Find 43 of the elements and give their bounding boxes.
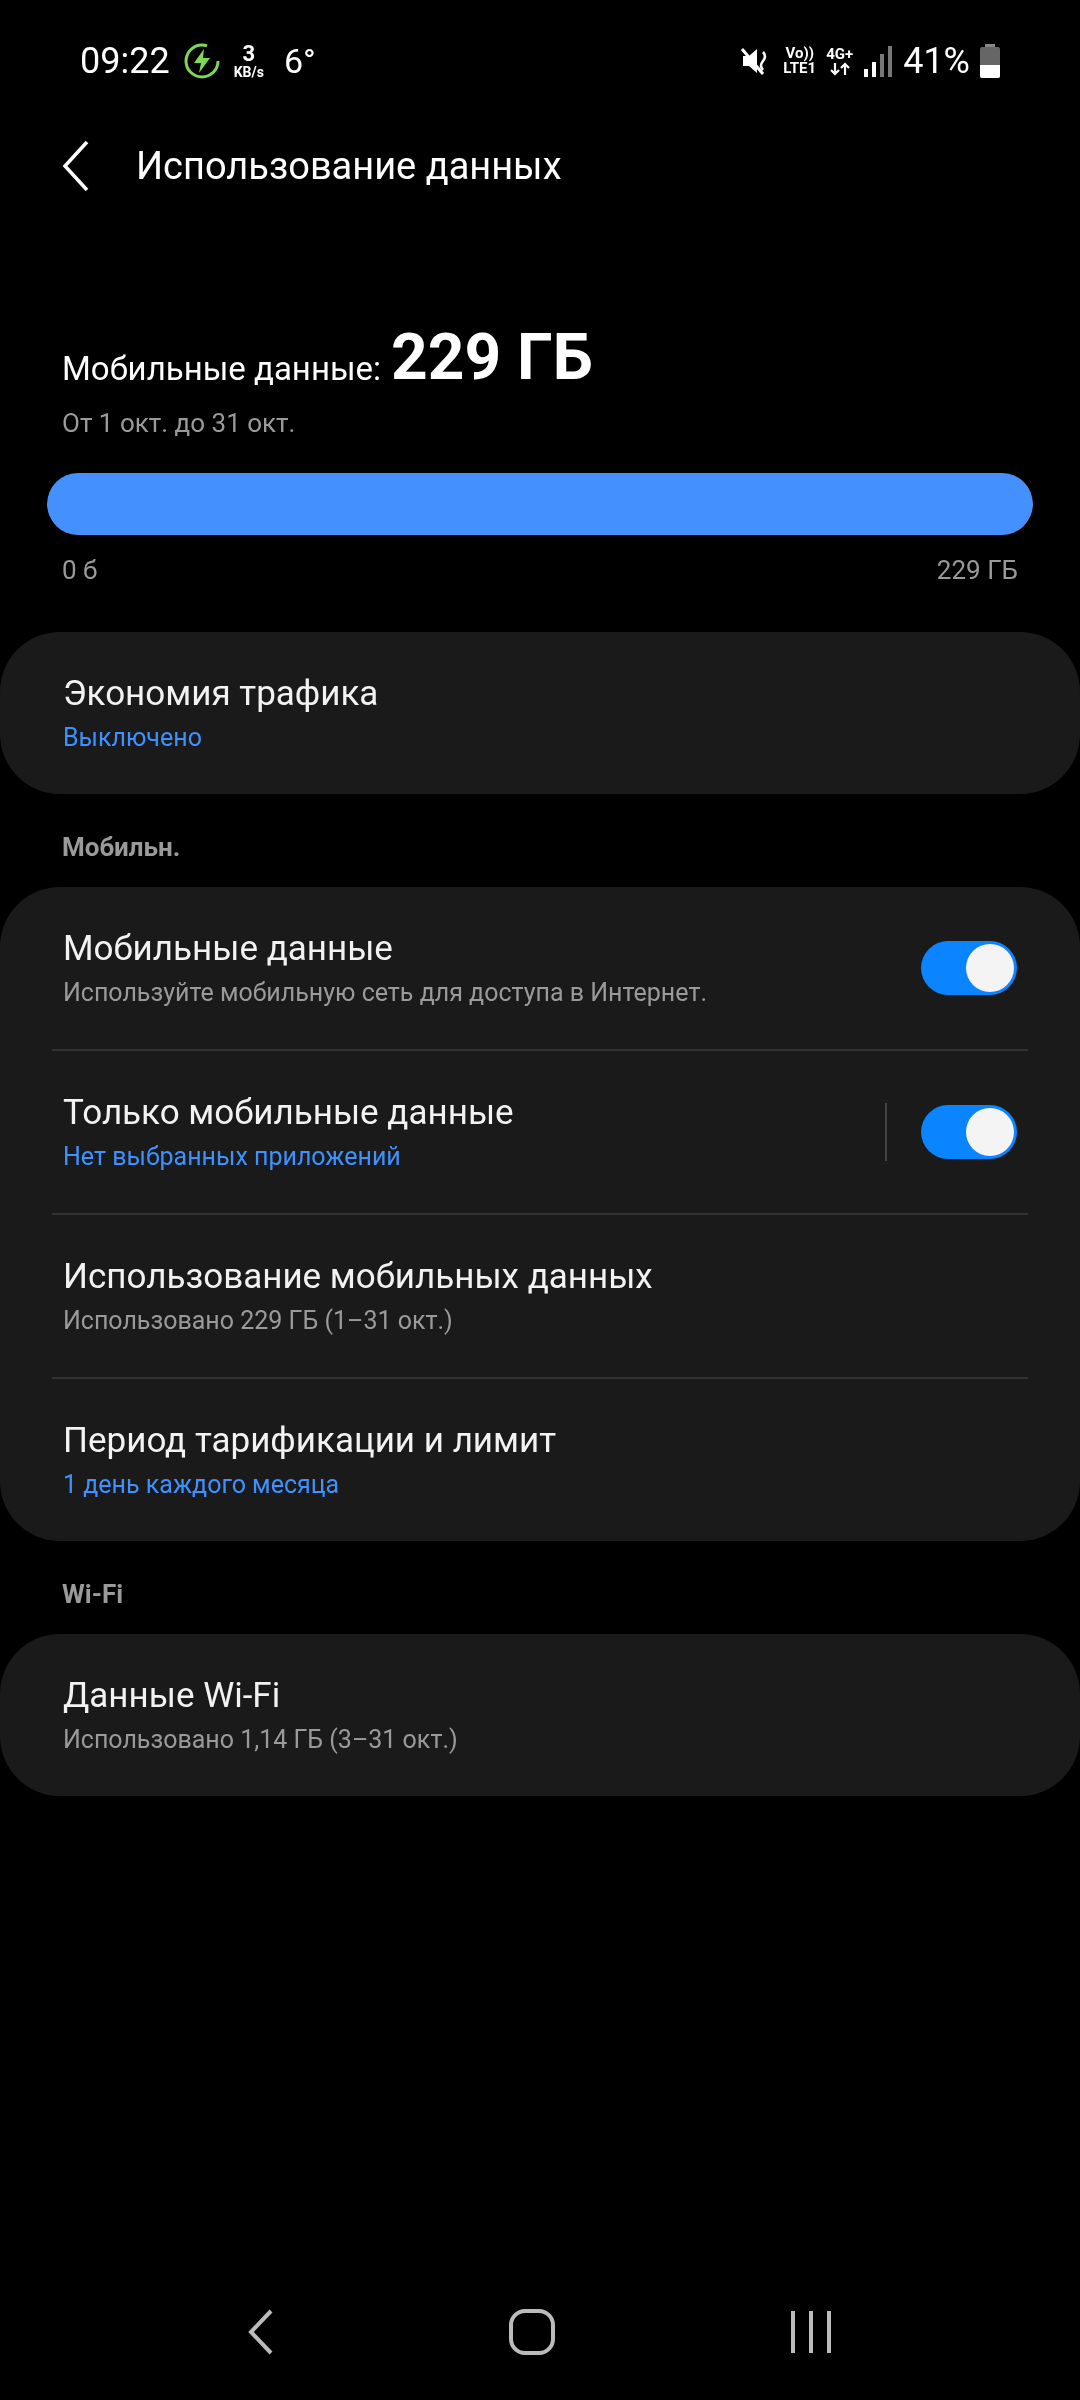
bar-min-label: 0 б <box>62 554 98 587</box>
bar-max-label: 229 ГБ <box>936 554 1018 587</box>
back-icon[interactable] <box>62 140 90 192</box>
battery-icon <box>980 44 1000 78</box>
back-icon[interactable] <box>246 2308 275 2356</box>
network-speed: 3 <box>242 43 256 65</box>
setting-title: Мобильные данные <box>63 927 394 971</box>
setting-row[interactable]: Период тарификации и лимит 1 день каждого месяца <box>52 1379 1028 1541</box>
setting-subtitle: 1 день каждого месяца <box>63 1469 341 1501</box>
summary-value: 229 ГБ <box>391 322 593 394</box>
setting-title: Экономия трафика <box>63 672 380 716</box>
setting-title: Только мобильные данные <box>63 1091 515 1135</box>
battery-percent: 41% <box>903 39 970 84</box>
setting-subtitle: Нет выбранных приложений <box>63 1141 402 1173</box>
speed-unit: KB/s <box>233 65 264 79</box>
network-type: 4G+ <box>826 46 854 62</box>
setting-row[interactable]: Данные Wi-Fi Использовано 1,14 ГБ (3–31 окт.) <box>52 1634 1028 1796</box>
setting-row[interactable]: Мобильные данные Используйте мобильную сеть для доступа в Интернет. <box>52 887 1028 1049</box>
setting-subtitle: Использовано 1,14 ГБ (3–31 окт.) <box>63 1724 459 1756</box>
temperature: 6° <box>283 39 316 83</box>
setting-row[interactable]: Экономия трафика Выключено <box>52 632 1028 794</box>
setting-subtitle: Используйте мобильную сеть для доступа в Интернет. <box>63 977 708 1009</box>
lte-label: LTE1 <box>783 61 817 76</box>
page-title: Использование данных <box>136 142 562 190</box>
toggle-switch[interactable] <box>921 1105 1017 1159</box>
signal-icon <box>863 45 894 77</box>
recent-apps-icon[interactable] <box>789 2309 834 2355</box>
setting-subtitle: Использовано 229 ГБ (1–31 окт.) <box>63 1305 454 1337</box>
setting-title: Данные Wi-Fi <box>63 1674 282 1718</box>
clock: 09:22 <box>80 39 170 84</box>
toggle-switch[interactable] <box>921 941 1017 995</box>
setting-subtitle: Выключено <box>63 722 203 754</box>
home-icon[interactable] <box>508 2308 556 2356</box>
setting-title: Использование мобильных данных <box>63 1255 654 1299</box>
volte-label: Vo)) <box>785 46 814 61</box>
summary-label: Мобильные данные: <box>62 348 382 390</box>
setting-row[interactable]: Только мобильные данные Нет выбранных приложений <box>52 1051 1028 1213</box>
data-arrows-icon <box>828 61 851 76</box>
setting-title: Период тарификации и лимит <box>63 1419 558 1463</box>
period-text: От 1 окт. до 31 окт. <box>61 407 297 440</box>
setting-row[interactable]: Использование мобильных данных Использовано 229 ГБ (1–31 окт.) <box>52 1215 1028 1377</box>
section-header: Wi-Fi <box>61 1578 125 1611</box>
section-header: Мобильн. <box>61 831 182 864</box>
